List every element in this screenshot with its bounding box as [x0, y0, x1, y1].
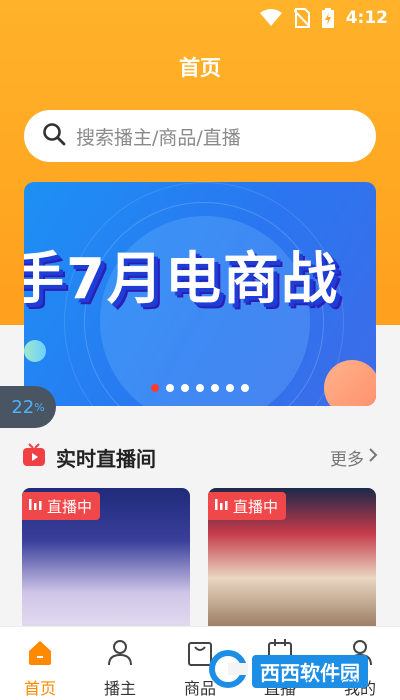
banner-dot[interactable] — [166, 384, 174, 392]
live-bars-icon — [214, 497, 228, 515]
tv-icon — [22, 443, 46, 471]
progress-indicator: 22% — [0, 386, 56, 428]
person-icon — [105, 637, 135, 671]
watermark: 西西软件园 CR173.COM — [208, 648, 388, 694]
status-time: 4:12 — [345, 8, 388, 28]
status-bar: 4:12 — [0, 0, 400, 36]
section-title: 实时直播间 — [56, 446, 156, 471]
live-badge-label: 直播中 — [47, 497, 93, 516]
page-title: 首页 — [179, 56, 221, 80]
live-bars-icon — [28, 497, 42, 515]
tab-streamer[interactable]: 播主 — [80, 627, 160, 700]
live-badge: 直播中 — [208, 492, 287, 520]
search-placeholder: 搜索播主/商品/直播 — [76, 126, 241, 149]
progress-value: 22 — [11, 396, 35, 418]
banner-dot[interactable] — [181, 384, 189, 392]
wifi-icon — [259, 9, 282, 27]
live-room-card[interactable]: 直播中 — [22, 488, 190, 638]
live-section-header: 实时直播间 更多 — [22, 440, 378, 474]
banner-headline: 手7月电商战 — [24, 247, 339, 312]
live-badge-label: 直播中 — [233, 497, 279, 516]
banner-dot[interactable] — [151, 384, 159, 392]
search-input[interactable]: 搜索播主/商品/直播 — [24, 110, 376, 162]
banner-pagination — [24, 384, 376, 392]
tab-label: 首页 — [23, 679, 56, 698]
banner-decor-bubble — [24, 340, 46, 362]
banner-dot[interactable] — [211, 384, 219, 392]
home-icon — [25, 637, 55, 671]
banner-dot[interactable] — [241, 384, 249, 392]
no-sim-icon — [293, 8, 310, 28]
tab-label: 播主 — [103, 679, 136, 698]
progress-unit: % — [34, 400, 45, 414]
watermark-logo-icon — [208, 649, 248, 693]
tab-home[interactable]: 首页 — [0, 627, 80, 700]
banner-dot[interactable] — [196, 384, 204, 392]
banner-dot[interactable] — [226, 384, 234, 392]
more-label: 更多 — [330, 449, 364, 470]
live-room-card[interactable]: 直播中 — [208, 488, 376, 638]
banner-decor-bubble — [324, 360, 376, 406]
search-icon — [42, 122, 66, 150]
promo-banner[interactable]: 手7月电商战 — [24, 182, 376, 406]
battery-charging-icon — [321, 8, 334, 28]
live-badge: 直播中 — [22, 492, 101, 520]
watermark-sub: CR173.COM — [304, 678, 364, 689]
more-link[interactable]: 更多 — [330, 445, 378, 470]
chevron-right-icon — [368, 447, 378, 468]
